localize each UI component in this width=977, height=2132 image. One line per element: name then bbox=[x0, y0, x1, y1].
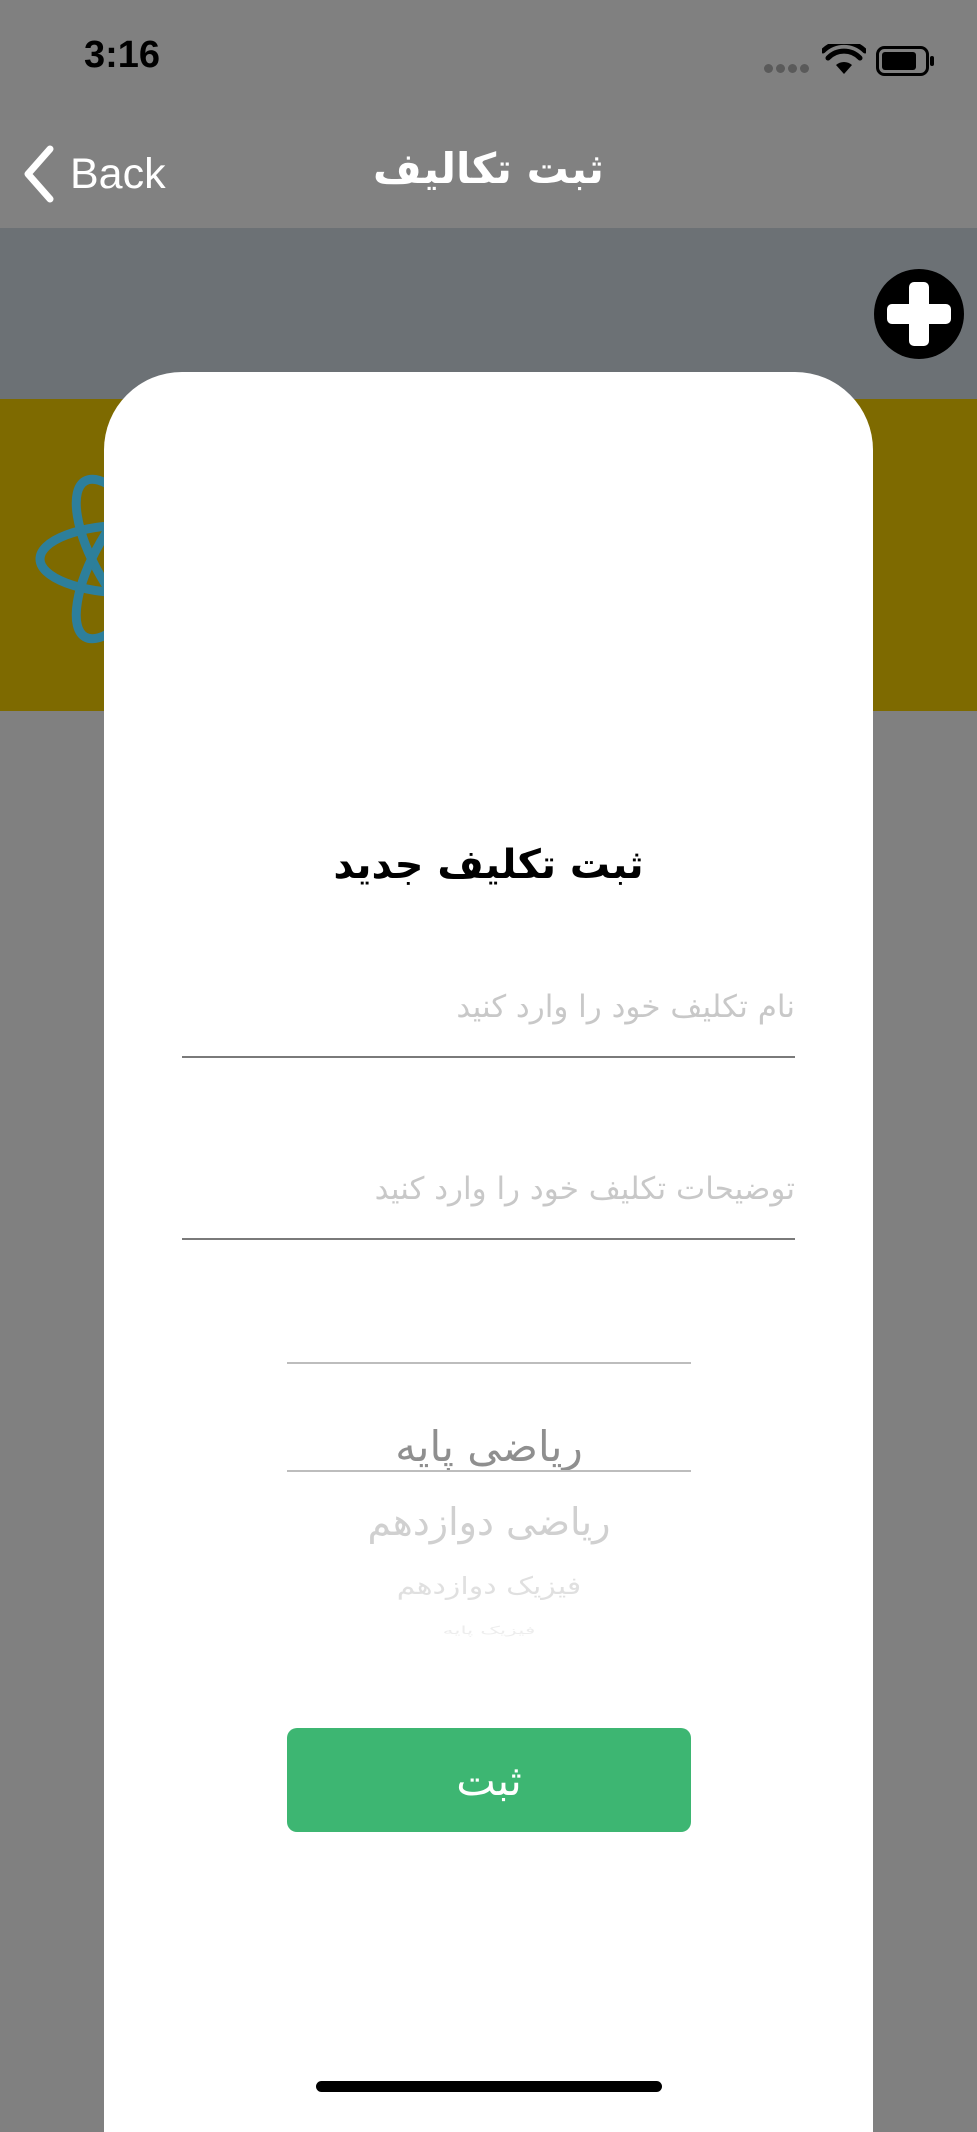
wifi-icon bbox=[822, 44, 866, 74]
navigation-bar: Back ثبت تکالیف bbox=[0, 120, 977, 228]
add-homework-button[interactable] bbox=[873, 268, 965, 360]
picker-selected-option[interactable]: ریاضی پایه bbox=[287, 1422, 691, 1471]
homework-name-input[interactable] bbox=[182, 972, 795, 1058]
picker-option[interactable]: ریاضی دوازدهم bbox=[287, 1500, 691, 1544]
status-bar: 3:16 bbox=[0, 0, 977, 120]
battery-icon bbox=[876, 46, 934, 76]
picker-option[interactable]: فیزیک پایه bbox=[287, 1624, 691, 1637]
submit-button[interactable]: ثبت bbox=[287, 1728, 691, 1832]
new-homework-modal: ثبت تکلیف جدید ریاضی پایه ریاضی دوازدهم … bbox=[104, 372, 873, 2132]
home-indicator bbox=[316, 2081, 662, 2092]
subject-picker[interactable]: ریاضی پایه ریاضی دوازدهم فیزیک دوازدهم ف… bbox=[287, 1362, 691, 1672]
picker-option[interactable]: فیزیک دوازدهم bbox=[287, 1573, 691, 1601]
cellular-signal-icon bbox=[764, 64, 810, 74]
modal-title: ثبت تکلیف جدید bbox=[333, 842, 644, 888]
status-time: 3:16 bbox=[84, 34, 161, 76]
page-title: ثبت تکالیف bbox=[373, 144, 604, 193]
picker-bottom-divider bbox=[287, 1470, 691, 1472]
homework-description-input[interactable] bbox=[182, 1154, 795, 1240]
picker-top-divider bbox=[287, 1362, 691, 1364]
